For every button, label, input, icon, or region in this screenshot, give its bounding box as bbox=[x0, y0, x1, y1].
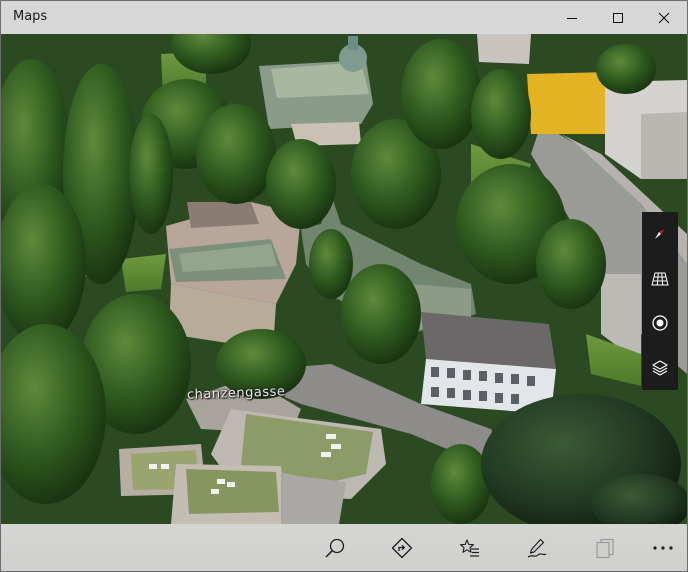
map-view[interactable]: chanzengasse bbox=[1, 34, 687, 524]
ink-icon bbox=[527, 538, 547, 558]
window-title: Maps bbox=[13, 9, 48, 24]
compass-button[interactable] bbox=[642, 212, 678, 257]
3d-cities-icon bbox=[651, 272, 669, 286]
compass-icon bbox=[655, 229, 665, 240]
aerial-3d-imagery bbox=[1, 34, 687, 524]
directions-button[interactable] bbox=[378, 524, 426, 571]
title-bar[interactable]: Maps bbox=[1, 1, 687, 34]
maximize-button[interactable] bbox=[595, 1, 641, 34]
directions-icon bbox=[391, 537, 413, 558]
collections-button[interactable] bbox=[581, 524, 629, 571]
favorites-button[interactable] bbox=[446, 524, 494, 571]
maximize-icon bbox=[613, 12, 623, 23]
favorites-icon bbox=[459, 538, 479, 557]
ink-button[interactable] bbox=[513, 524, 561, 571]
show-my-location-icon bbox=[652, 315, 668, 331]
more-icon bbox=[653, 545, 673, 550]
bottom-toolbar bbox=[1, 524, 687, 571]
3d-cities-button[interactable] bbox=[642, 257, 678, 302]
minimize-icon bbox=[567, 17, 577, 19]
more-button[interactable] bbox=[639, 524, 687, 571]
close-button[interactable] bbox=[641, 1, 687, 34]
map-layers-button[interactable] bbox=[642, 346, 678, 391]
map-layers-icon bbox=[652, 360, 668, 376]
window-controls bbox=[549, 1, 687, 34]
minimize-button[interactable] bbox=[549, 1, 595, 34]
search-button[interactable] bbox=[311, 524, 359, 571]
collections-icon bbox=[596, 538, 614, 558]
map-controls bbox=[642, 212, 678, 390]
maps-window: Maps chanzengasse bbox=[0, 0, 688, 572]
close-icon bbox=[658, 12, 670, 23]
search-icon bbox=[325, 538, 345, 558]
show-my-location-button[interactable] bbox=[642, 301, 678, 346]
